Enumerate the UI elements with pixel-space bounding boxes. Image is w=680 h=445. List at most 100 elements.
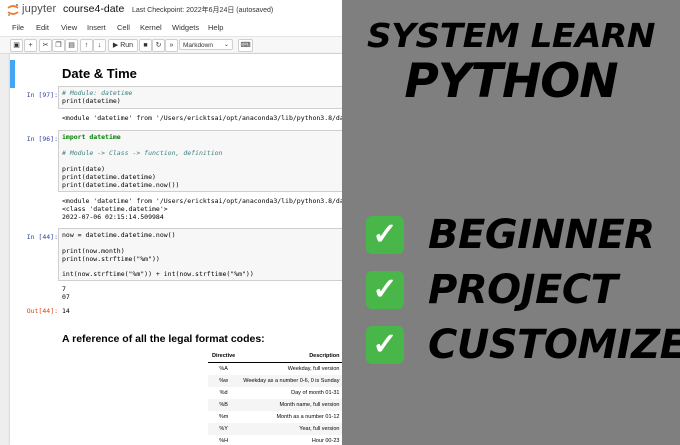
cell-prompt: In [44]: — [26, 233, 58, 241]
move-down-button[interactable]: ↓ — [93, 39, 106, 52]
promo-banner: SYSTEM LEARN PYTHON ✓ BEGINNER ✓ PROJECT… — [342, 0, 680, 445]
interrupt-button[interactable]: ■ — [139, 39, 152, 52]
code-text: print(now.month) — [62, 247, 125, 255]
code-line: print(datetime) — [62, 97, 121, 105]
feature-label: PROJECT — [428, 267, 618, 313]
code-line: print(now.strftime("%m")) — [62, 255, 160, 263]
restart-run-all-button[interactable]: » — [165, 39, 178, 52]
cell-output: <class 'datetime.datetime'> — [62, 205, 168, 213]
move-up-button[interactable]: ↑ — [80, 39, 93, 52]
cell-type-value: Markdown — [183, 42, 213, 49]
code-line: print(date) — [62, 165, 105, 173]
fast-forward-icon: » — [169, 42, 174, 49]
output-prompt: Out[44]: — [26, 307, 58, 315]
code-text: int(now.strftime("%m")) + int(now.strfti… — [62, 270, 254, 278]
paste-icon: ▤ — [68, 42, 75, 49]
command-palette-button[interactable]: ⌨ — [238, 39, 253, 52]
menu-help[interactable]: Help — [208, 23, 223, 32]
table-row: %A Weekday, full version — [208, 363, 342, 376]
cell-output: <module 'datetime' from '/Users/ericktsa… — [62, 197, 342, 205]
table-header-row: Directive Description — [208, 350, 342, 363]
jupyter-notebook-window: jupyter course4-date Last Checkpoint: 20… — [0, 0, 342, 445]
arrow-down-icon: ↓ — [97, 42, 102, 49]
logo-text: jupyter — [22, 3, 57, 15]
code-line: import datetime — [62, 133, 121, 141]
checkpoint-status: Last Checkpoint: 2022年6月24日 (autosaved) — [132, 7, 274, 14]
cell-prompt: In [96]: — [26, 135, 58, 143]
menu-cell[interactable]: Cell — [117, 23, 130, 32]
menu-insert[interactable]: Insert — [87, 23, 106, 32]
column-header: Directive — [208, 350, 240, 363]
menu-bar: File Edit View Insert Cell Kernel Widget… — [0, 20, 342, 37]
notebook-name[interactable]: course4-date — [63, 3, 124, 15]
copy-button[interactable]: ❐ — [52, 39, 65, 52]
cell-output: <module 'datetime' from '/Users/ericktsa… — [62, 114, 342, 122]
cut-button[interactable]: ✂ — [39, 39, 52, 52]
menu-kernel[interactable]: Kernel — [140, 23, 162, 32]
code-line: print(now.month) — [62, 247, 125, 255]
code-text: # Module -> Class -> function, definitio… — [62, 149, 223, 157]
stop-icon: ■ — [143, 42, 148, 49]
format-codes-table: Directive Description %A Weekday, full ve… — [208, 350, 342, 445]
code-line: # Module -> Class -> function, definitio… — [62, 149, 222, 157]
cell-output: 07 — [62, 293, 70, 301]
table-row: %Y Year, full version — [208, 423, 342, 435]
menu-file[interactable]: File — [12, 23, 24, 32]
banner-title-line1: SYSTEM LEARN — [366, 16, 656, 55]
table-cell: %H — [219, 438, 229, 444]
table-cell: %m — [218, 414, 229, 420]
code-line: print(datetime.datetime.now()) — [62, 181, 179, 189]
cell-type-select[interactable]: Markdown ⌄ — [179, 39, 233, 50]
menu-widgets[interactable]: Widgets — [172, 23, 199, 32]
restart-icon: ↻ — [155, 42, 162, 49]
checkmark-icon: ✓ — [366, 326, 404, 364]
save-icon: ▣ — [13, 42, 20, 49]
menu-view[interactable]: View — [61, 23, 77, 32]
table-row: %H Hour 00-23 — [208, 435, 342, 445]
run-button[interactable]: ▶ Run — [108, 39, 138, 52]
save-button[interactable]: ▣ — [10, 39, 23, 52]
cell-result: 14 — [62, 307, 70, 315]
feature-label: CUSTOMIZE — [428, 322, 680, 368]
cell-output: 7 — [62, 285, 66, 293]
paste-button[interactable]: ▤ — [65, 39, 78, 52]
table-cell: Weekday, full version — [287, 366, 340, 372]
chevron-down-icon: ⌄ — [223, 42, 229, 48]
notebook-toolbar: ▣ + ✂ ❐ ▤ ↑ ↓ ▶ Run ■ ↻ » Markdown ⌄ ⌨ — [0, 37, 342, 54]
menu-edit[interactable]: Edit — [36, 23, 49, 32]
checkmark-icon: ✓ — [366, 271, 404, 309]
cell-output: 2022-07-06 02:15:14.509984 — [62, 213, 164, 221]
restart-button[interactable]: ↻ — [152, 39, 165, 52]
code-text: import datetime — [62, 133, 121, 141]
feature-item: ✓ PROJECT — [342, 267, 680, 313]
column-header: Description — [239, 350, 342, 363]
table-row: %d Day of month 01-31 — [208, 387, 342, 399]
code-line: int(now.strftime("%m")) + int(now.strfti… — [62, 270, 254, 278]
keyboard-icon: ⌨ — [240, 42, 251, 49]
code-line: # Module: datetime — [62, 89, 132, 97]
table-cell: %d — [219, 390, 228, 396]
code-text: print(date) — [62, 165, 106, 173]
code-line: now = datetime.datetime.now() — [62, 231, 176, 239]
table-row: %B Month name, full version — [208, 399, 342, 411]
code-text: # Module: datetime — [62, 89, 133, 97]
jupyter-logo[interactable]: jupyter — [6, 3, 57, 17]
jupyter-header: jupyter course4-date Last Checkpoint: 20… — [0, 0, 342, 19]
banner-title-line2: PYTHON — [404, 54, 618, 109]
notebook-heading: Date & Time — [62, 66, 137, 81]
scissors-icon: ✂ — [42, 42, 49, 49]
insert-cell-button[interactable]: + — [24, 39, 37, 52]
plus-icon: + — [28, 42, 33, 49]
table-cell: Day of month 01-31 — [291, 390, 340, 396]
table-cell: Year, full version — [239, 423, 342, 435]
cell-prompt: In [97]: — [26, 91, 58, 99]
table-cell: %w — [208, 375, 240, 387]
table-row: %w Weekday as a number 0-6, 0 is Sunday — [208, 375, 342, 387]
table-cell: Month as a number 01-12 — [276, 414, 340, 420]
code-line: print(datetime.datetime) — [62, 173, 156, 181]
code-text: print(now.strftime("%m")) — [62, 255, 160, 263]
checkmark-icon: ✓ — [366, 216, 404, 254]
table-row: %m Month as a number 01-12 — [208, 411, 342, 423]
code-text: now = datetime.datetime.now() — [62, 231, 176, 239]
code-text: print(datetime.datetime) — [62, 173, 156, 181]
